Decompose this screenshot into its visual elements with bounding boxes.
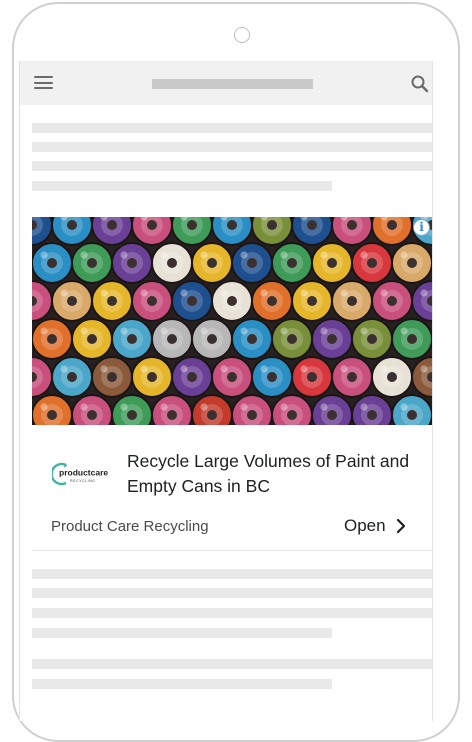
paint-can-top bbox=[71, 242, 113, 284]
paint-can-top bbox=[231, 318, 273, 360]
paint-can-top bbox=[111, 394, 153, 425]
content-placeholder-line bbox=[32, 628, 332, 638]
paint-can-top bbox=[32, 280, 53, 322]
paint-can-top bbox=[131, 356, 173, 398]
open-button-label: Open bbox=[344, 516, 386, 535]
paint-can-top bbox=[331, 356, 373, 398]
paint-can-top bbox=[391, 318, 432, 360]
paint-can-top bbox=[251, 356, 293, 398]
paint-can-top bbox=[351, 394, 393, 425]
paint-can-top bbox=[291, 356, 333, 398]
content-placeholder-line bbox=[32, 142, 432, 152]
content-placeholder-line bbox=[32, 659, 432, 669]
paint-can-top bbox=[151, 242, 193, 284]
paint-can-top bbox=[71, 318, 113, 360]
paint-can-top bbox=[111, 318, 153, 360]
logo-subtitle: RECYCLING bbox=[70, 479, 95, 483]
paint-can-top bbox=[32, 394, 73, 425]
ad-image[interactable]: i bbox=[32, 217, 432, 425]
phone-screen: i productcare RECYCLING Recycle Large Vo… bbox=[19, 61, 433, 721]
open-button[interactable]: Open bbox=[344, 514, 406, 538]
paint-can-top bbox=[71, 394, 113, 425]
advertiser-name: Product Care Recycling bbox=[51, 518, 209, 535]
paint-can-top bbox=[311, 318, 353, 360]
content-placeholder-line bbox=[32, 569, 432, 579]
paint-can-top bbox=[231, 394, 273, 425]
paint-can-top bbox=[371, 356, 413, 398]
paint-can-top bbox=[291, 280, 333, 322]
content-placeholder-line bbox=[32, 181, 332, 191]
paint-can-top bbox=[411, 356, 432, 398]
paint-can-top bbox=[411, 280, 432, 322]
paint-can-top bbox=[251, 280, 293, 322]
chevron-right-icon bbox=[396, 518, 405, 534]
content-placeholder-line bbox=[32, 608, 432, 618]
paint-can-top bbox=[271, 242, 313, 284]
paint-can-top bbox=[171, 356, 213, 398]
paint-can-top bbox=[51, 356, 93, 398]
paint-can-top bbox=[51, 280, 93, 322]
camera-icon bbox=[234, 27, 250, 43]
paint-can-top bbox=[211, 356, 253, 398]
logo-wordmark: productcare bbox=[59, 468, 108, 478]
paint-can-top bbox=[32, 356, 53, 398]
paint-can-top bbox=[151, 394, 193, 425]
adchoices-icon[interactable]: i bbox=[413, 219, 430, 236]
ad-headline[interactable]: Recycle Large Volumes of Paint and Empty… bbox=[127, 449, 417, 499]
content-placeholder-line bbox=[32, 123, 432, 133]
paint-can-top bbox=[171, 217, 213, 246]
paint-can-top bbox=[51, 217, 93, 246]
paint-can-top bbox=[271, 318, 313, 360]
paint-can-top bbox=[91, 356, 133, 398]
advertiser-logo: productcare RECYCLING bbox=[52, 462, 108, 486]
paint-can-top bbox=[131, 280, 173, 322]
paint-can-top bbox=[211, 217, 253, 246]
content-placeholder-line bbox=[32, 588, 432, 598]
paint-can-top bbox=[231, 242, 273, 284]
ad-divider bbox=[32, 550, 432, 551]
paint-can-top bbox=[311, 394, 353, 425]
menu-icon[interactable] bbox=[34, 76, 53, 90]
content-placeholder-line bbox=[32, 679, 332, 689]
paint-can-top bbox=[171, 280, 213, 322]
paint-can-top bbox=[351, 242, 393, 284]
paint-can-top bbox=[32, 217, 53, 246]
paint-can-top bbox=[311, 242, 353, 284]
paint-can-top bbox=[32, 242, 73, 284]
paint-can-top bbox=[391, 242, 432, 284]
paint-can-top bbox=[191, 242, 233, 284]
paint-can-top bbox=[331, 280, 373, 322]
top-app-bar bbox=[20, 61, 432, 105]
paint-can-top bbox=[371, 280, 413, 322]
paint-can-top bbox=[111, 242, 153, 284]
search-icon[interactable] bbox=[410, 74, 430, 94]
paint-can-top bbox=[211, 280, 253, 322]
paint-can-top bbox=[191, 394, 233, 425]
paint-can-top bbox=[91, 280, 133, 322]
paint-can-top bbox=[191, 318, 233, 360]
title-placeholder bbox=[152, 79, 313, 89]
paint-can-top bbox=[251, 217, 293, 246]
paint-can-top bbox=[331, 217, 373, 246]
paint-can-top bbox=[32, 318, 73, 360]
paint-can-top bbox=[291, 217, 333, 246]
paint-can-top bbox=[151, 318, 193, 360]
paint-can-top bbox=[271, 394, 313, 425]
paint-can-top bbox=[391, 394, 432, 425]
paint-can-top bbox=[351, 318, 393, 360]
paint-can-top bbox=[91, 217, 133, 246]
content-placeholder-line bbox=[32, 161, 432, 171]
paint-can-top bbox=[131, 217, 173, 246]
paint-can-top bbox=[371, 217, 413, 246]
